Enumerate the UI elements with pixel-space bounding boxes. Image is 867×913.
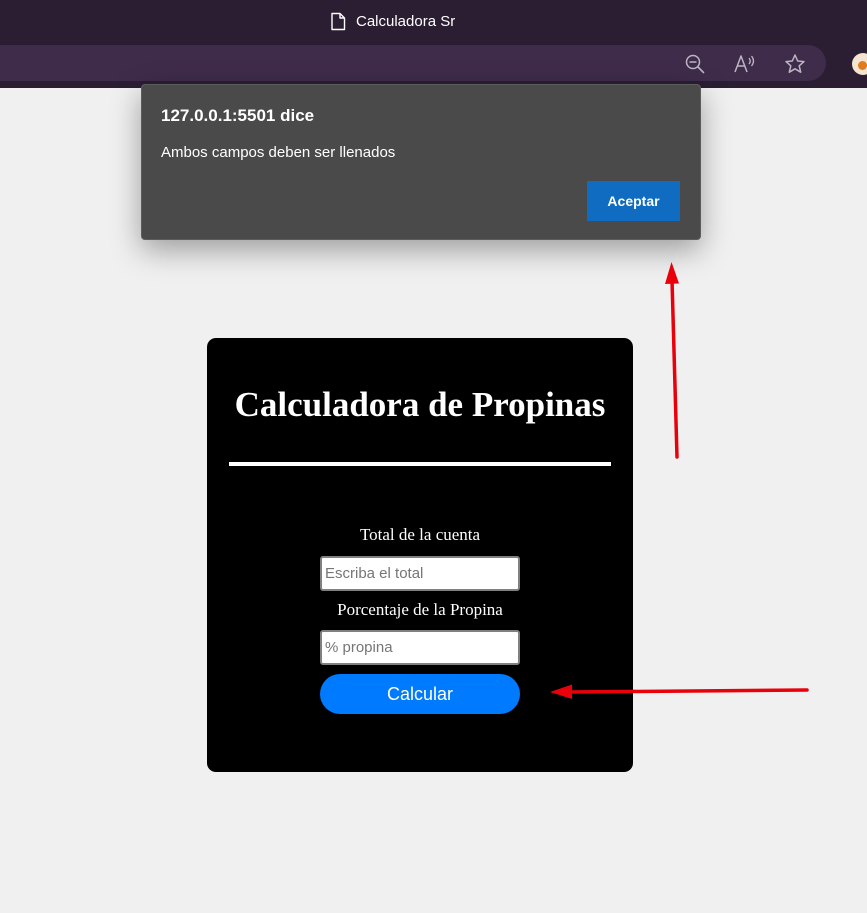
calculate-button[interactable]: Calcular: [320, 674, 520, 714]
zoom-out-icon[interactable]: [683, 52, 707, 76]
dialog-title: 127.0.0.1:5501 dice: [161, 106, 315, 125]
total-label: Total de la cuenta: [359, 525, 481, 544]
percent-input[interactable]: [320, 630, 520, 665]
favorite-star-icon[interactable]: [783, 52, 807, 76]
total-input[interactable]: [320, 556, 520, 591]
browser-titlebar: Calculadora Sr: [0, 0, 867, 42]
document-icon: [330, 12, 346, 31]
browser-toolbar: [0, 42, 867, 88]
title-divider: [229, 462, 611, 466]
profile-icon[interactable]: [852, 53, 867, 75]
percent-label: Porcentaje de la Propina: [337, 600, 503, 619]
calculator-card: Calculadora de Propinas Total de la cuen…: [207, 338, 633, 772]
arrow-to-dialog: [665, 262, 679, 459]
dialog-message: Ambos campos deben ser llenados: [161, 144, 396, 161]
alert-dialog: 127.0.0.1:5501 dice Ambos campos deben s…: [141, 84, 701, 240]
browser-tab[interactable]: Calculadora Sr: [330, 10, 455, 32]
read-aloud-icon[interactable]: [733, 52, 757, 76]
page-title: Calculadora de Propinas: [234, 385, 606, 424]
tab-title: Calculadora Sr: [356, 12, 456, 30]
dialog-ok-button[interactable]: Aceptar: [587, 181, 680, 221]
